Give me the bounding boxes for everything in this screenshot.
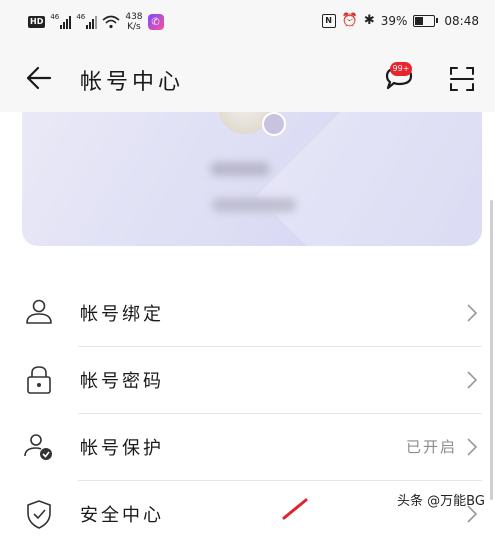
blurred-account-id — [212, 198, 296, 212]
menu-item-label: 帐号密码 — [80, 371, 164, 392]
nfc-icon: N — [321, 13, 336, 28]
bluetooth-icon: ✱ — [363, 13, 375, 28]
chevron-right-icon — [467, 371, 478, 389]
menu-item-account-protection[interactable]: 帐号保护 已开启 — [0, 414, 495, 480]
person-shield-icon — [24, 434, 52, 460]
clock: 08:48 — [444, 13, 479, 28]
menu-item-account-password[interactable]: 帐号密码 — [0, 347, 495, 413]
protection-status: 已开启 — [405, 438, 457, 456]
signal-2-icon: 46 — [76, 13, 98, 29]
message-count-badge: 99+ — [390, 62, 412, 76]
menu-item-account-binding[interactable]: 帐号绑定 — [0, 280, 495, 346]
blurred-username — [210, 162, 270, 176]
net-speed: 438 K/s — [125, 12, 143, 32]
menu-item-label: 安全中心 — [80, 505, 164, 526]
chevron-right-icon — [467, 304, 478, 322]
red-annotation-stroke — [282, 498, 308, 520]
lock-icon — [27, 366, 51, 394]
signal-1-icon: 46 — [50, 13, 72, 29]
status-bar: HD 46 46 438 K/s ✆ N ⏰ ✱ 39% 08:48 — [0, 0, 495, 44]
back-arrow-icon[interactable] — [22, 62, 54, 94]
wifi-icon — [102, 15, 120, 29]
person-icon — [26, 299, 52, 324]
menu-item-label: 帐号保护 — [80, 438, 164, 459]
watermark: 头条 @万能BG — [397, 494, 485, 509]
battery-percent: 39% — [380, 13, 408, 28]
battery-icon — [413, 14, 439, 27]
scrollbar[interactable] — [490, 200, 493, 500]
page-title: 帐号中心 — [80, 70, 185, 95]
menu-item-label: 帐号绑定 — [80, 304, 164, 325]
app-header: 帐号中心 99+ — [0, 44, 495, 112]
shield-check-icon — [27, 500, 51, 529]
alarm-icon: ⏰ — [341, 13, 358, 28]
profile-card[interactable] — [22, 112, 482, 246]
chevron-right-icon — [467, 438, 478, 456]
phone-app-icon: ✆ — [147, 14, 164, 30]
scan-icon[interactable] — [447, 64, 477, 94]
vip-badge-icon — [262, 112, 286, 136]
hd-badge: HD — [28, 16, 46, 28]
